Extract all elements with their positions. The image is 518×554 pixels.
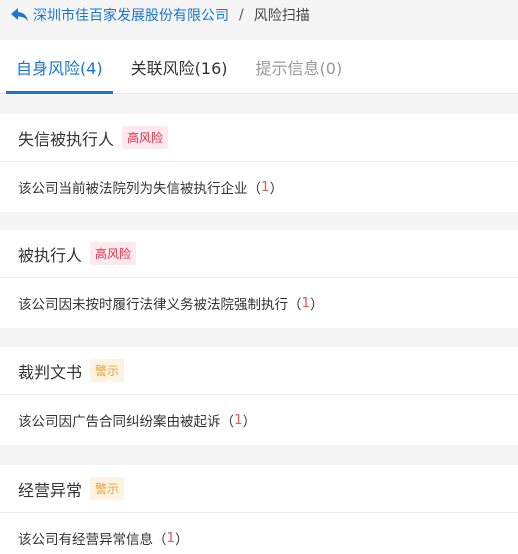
risk-tabs: 自身风险(4) 关联风险(16) 提示信息(0) — [0, 40, 518, 94]
back-arrow-icon[interactable] — [10, 7, 30, 23]
risk-level-badge: 高风险 — [122, 126, 169, 149]
tab-related-risk[interactable]: 关联风险(16) — [119, 40, 240, 93]
risk-level-badge: 高风险 — [90, 242, 137, 265]
risk-description: 该公司有经营异常信息 — [18, 532, 153, 548]
risk-card-header: 经营异常 警示 — [0, 465, 518, 513]
breadcrumb-separator: / — [239, 7, 244, 23]
risk-card-item[interactable]: 该公司因广告合同纠纷案由被起诉（1） — [0, 395, 518, 445]
risk-card-title: 被执行人 — [18, 245, 83, 265]
risk-count: 1 — [301, 295, 311, 311]
risk-count: 1 — [166, 530, 176, 546]
tab-hint-info[interactable]: 提示信息(0) — [244, 40, 355, 93]
risk-card-item[interactable]: 该公司当前被法院列为失信被执行企业（1） — [0, 162, 518, 212]
risk-card-item[interactable]: 该公司有经营异常信息（1） — [0, 513, 518, 554]
breadcrumb-current: 风险扫描 — [253, 8, 310, 24]
risk-card-title: 经营异常 — [18, 480, 83, 500]
risk-count: 1 — [234, 412, 243, 428]
risk-card-title: 裁判文书 — [18, 362, 83, 382]
risk-card-dishonest-debtor: 失信被执行人 高风险 该公司当前被法院列为失信被执行企业（1） — [0, 114, 518, 212]
risk-description: 该公司因未按时履行法律义务被法院强制执行 — [18, 297, 288, 313]
risk-card-title: 失信被执行人 — [18, 129, 115, 149]
risk-description: 该公司当前被法院列为失信被执行企业 — [18, 181, 248, 197]
risk-card-header: 被执行人 高风险 — [0, 230, 518, 278]
company-link[interactable]: 深圳市佳百家发展股份有限公司 — [33, 5, 229, 25]
risk-count: 1 — [261, 179, 270, 195]
risk-level-badge: 警示 — [90, 477, 125, 500]
breadcrumb: 深圳市佳百家发展股份有限公司 / 风险扫描 — [0, 0, 518, 30]
risk-card-item[interactable]: 该公司因未按时履行法律义务被法院强制执行（1） — [0, 278, 518, 328]
risk-card-header: 裁判文书 警示 — [0, 347, 518, 395]
risk-description: 该公司因广告合同纠纷案由被起诉 — [18, 414, 221, 430]
risk-card-judgment-debtor: 被执行人 高风险 该公司因未按时履行法律义务被法院强制执行（1） — [0, 230, 518, 328]
tab-self-risk[interactable]: 自身风险(4) — [4, 40, 115, 94]
risk-level-badge: 警示 — [90, 359, 125, 382]
risk-card-header: 失信被执行人 高风险 — [0, 114, 518, 162]
risk-card-abnormal-operation: 经营异常 警示 该公司有经营异常信息（1） — [0, 465, 518, 554]
risk-card-court-documents: 裁判文书 警示 该公司因广告合同纠纷案由被起诉（1） — [0, 347, 518, 445]
